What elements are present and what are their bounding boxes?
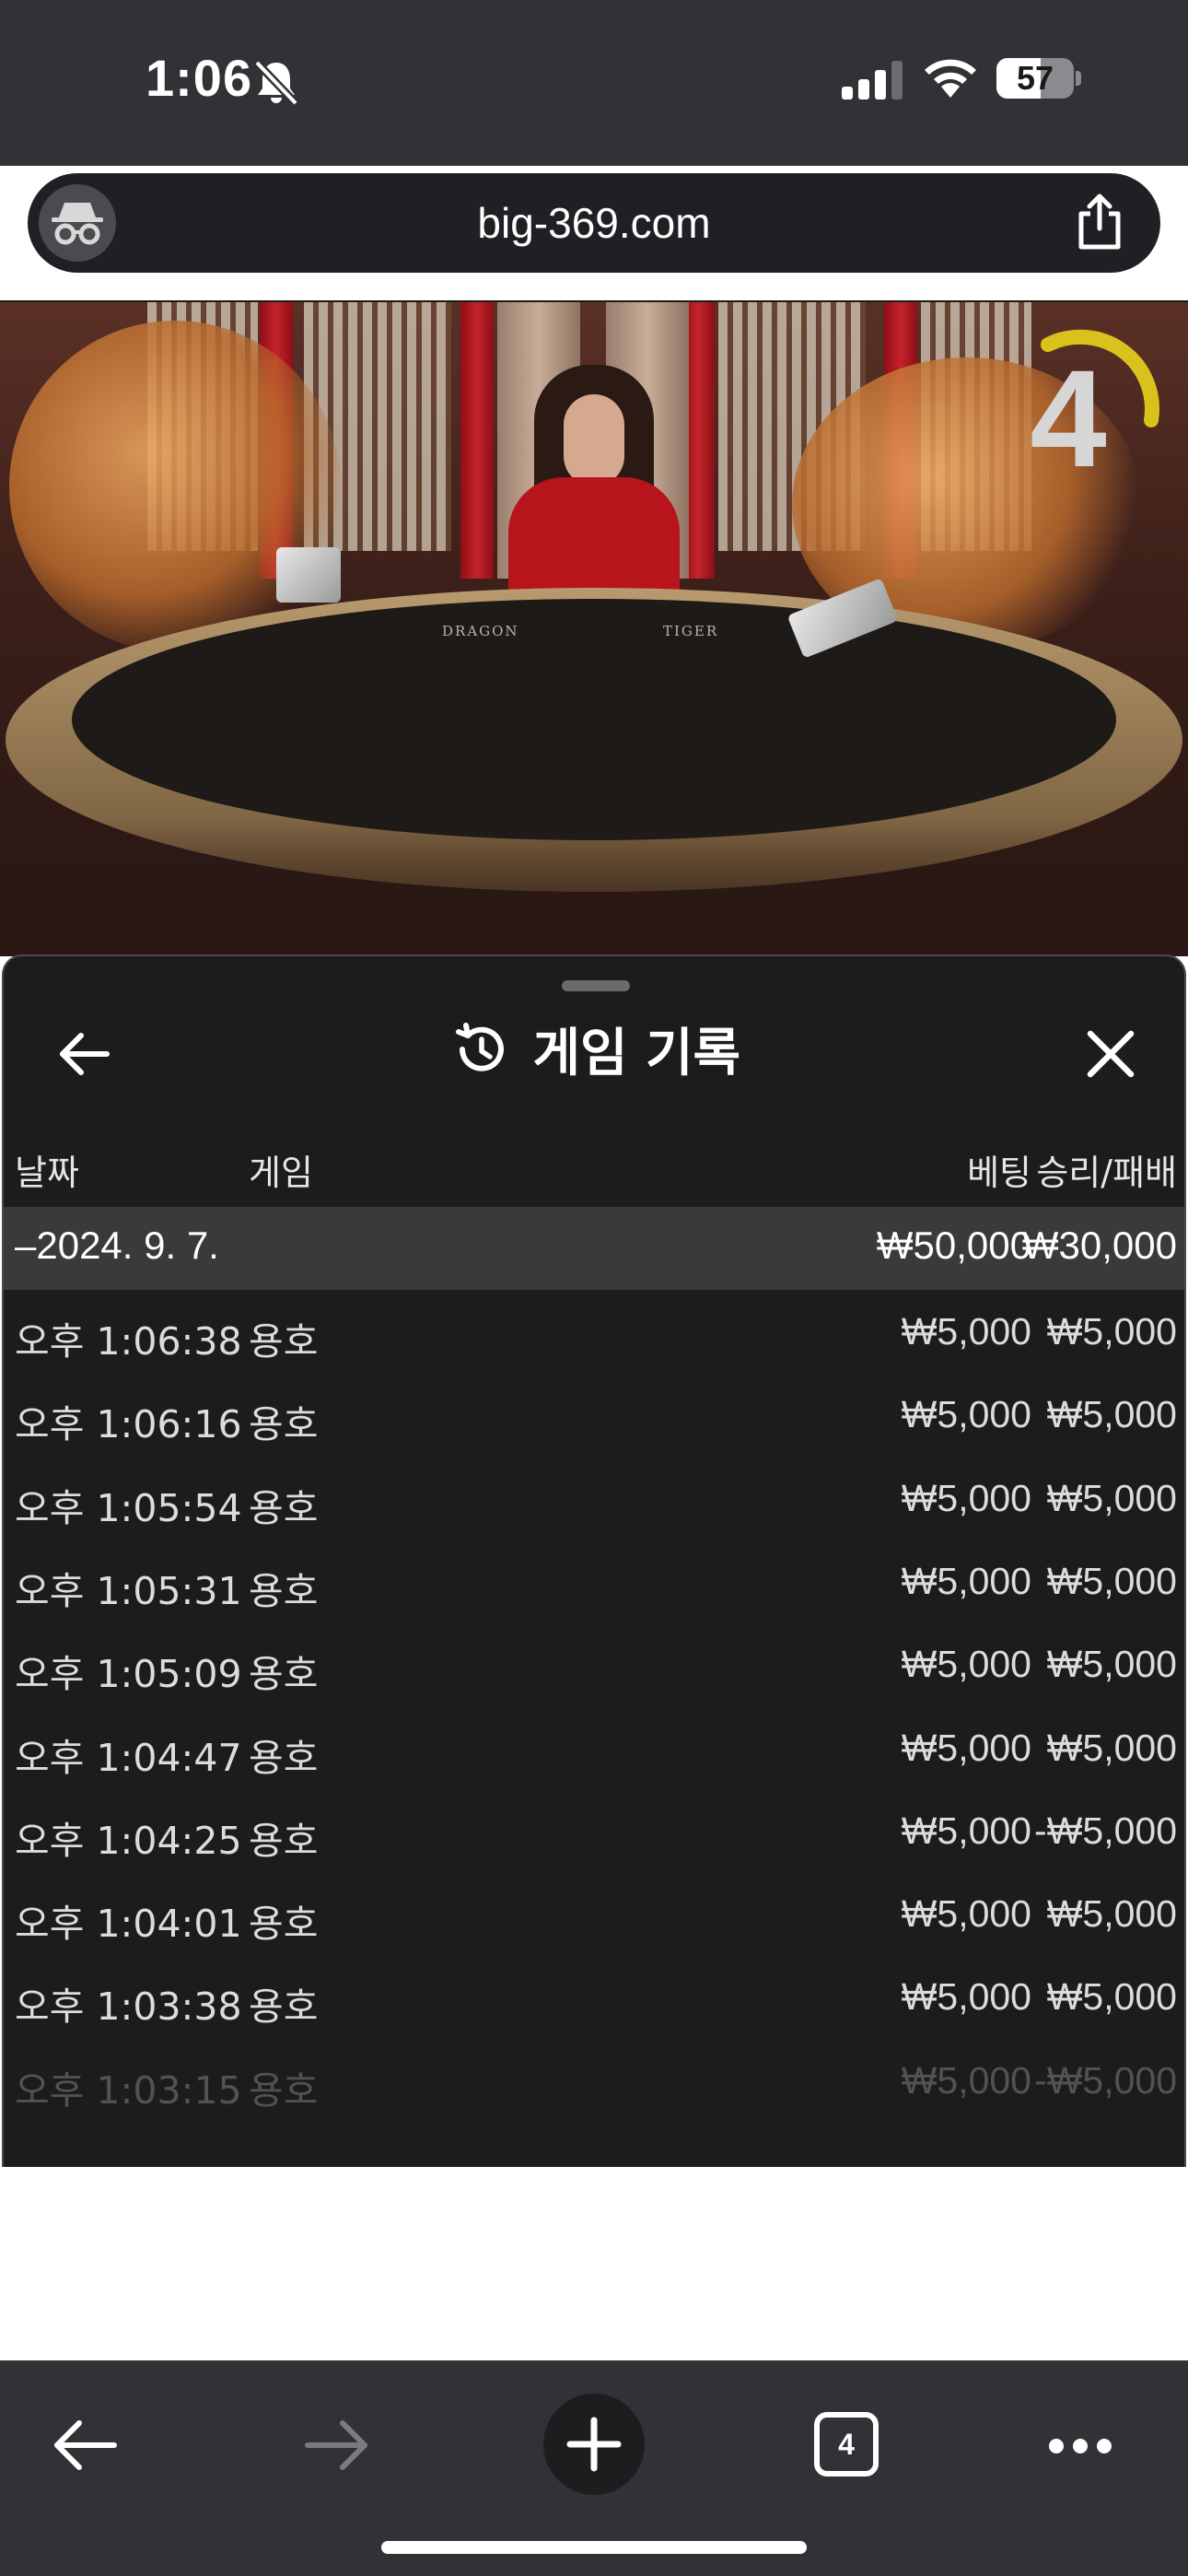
row-bet: ₩5,000	[901, 1310, 1031, 1352]
countdown-number: 4	[1030, 341, 1107, 496]
row-game: 용호	[249, 1818, 319, 1863]
row-bet: ₩5,000	[901, 1726, 1031, 1769]
table-header: 날짜 게임 베팅 승리/패배	[4, 1131, 1184, 1198]
cellular-signal-icon	[842, 61, 904, 104]
date-group-date: –2024. 9. 7.	[15, 1224, 219, 1267]
row-game: 용호	[249, 1652, 319, 1697]
date-group-result-total: ₩30,000	[1021, 1224, 1177, 1267]
row-result: -₩5,000	[1034, 2058, 1177, 2102]
row-game: 용호	[249, 1319, 319, 1364]
row-time: 오후 1:06:38	[15, 1319, 242, 1364]
row-time: 오후 1:06:16	[15, 1402, 242, 1447]
table-label-tiger: TIGER	[663, 623, 719, 639]
card-shoe	[276, 547, 341, 603]
tab-count: 4	[838, 2428, 855, 2461]
history-clock-icon	[455, 1022, 504, 1071]
row-time: 오후 1:03:38	[15, 1985, 242, 2030]
row-time: 오후 1:04:25	[15, 1818, 242, 1863]
sheet-grabber[interactable]	[562, 980, 630, 991]
column-header-game: 게임	[249, 1153, 313, 1193]
row-game: 용호	[249, 2067, 319, 2113]
history-row[interactable]: 오후 1:04:25 용호 ₩5,000 -₩5,000	[4, 1789, 1184, 1872]
page-background	[0, 2167, 1188, 2360]
history-row[interactable]: 오후 1:05:09 용호 ₩5,000 ₩5,000	[4, 1622, 1184, 1705]
battery-percent: 57	[1016, 59, 1054, 97]
row-bet: ₩5,000	[901, 1559, 1031, 1602]
row-time: 오후 1:05:31	[15, 1568, 242, 1613]
sheet-header: 게임 기록	[4, 1012, 1184, 1095]
history-row[interactable]: 오후 1:05:31 용호 ₩5,000 ₩5,000	[4, 1540, 1184, 1622]
row-time: 오후 1:05:09	[15, 1652, 242, 1697]
row-result: ₩5,000	[1046, 1726, 1177, 1769]
address-bar[interactable]: big-369.com	[28, 173, 1160, 273]
tabs-icon[interactable]: 4	[814, 2412, 879, 2476]
table-label-dragon: DRAGON	[442, 623, 519, 639]
row-result: ₩5,000	[1046, 1310, 1177, 1352]
history-row[interactable]: 오후 1:03:15 용호 ₩5,000 -₩5,000	[4, 2039, 1184, 2122]
back-arrow-icon[interactable]	[50, 2416, 120, 2479]
home-indicator[interactable]	[381, 2541, 807, 2554]
row-game: 용호	[249, 1985, 319, 2030]
red-pillar	[460, 302, 494, 579]
column-header-date: 날짜	[15, 1153, 79, 1193]
sheet-title: 게임 기록	[532, 1024, 741, 1083]
video-shade	[0, 818, 1188, 956]
dealer-face	[564, 394, 624, 486]
row-result: ₩5,000	[1046, 1559, 1177, 1602]
live-dealer-video[interactable]: DRAGON TIGER 4	[0, 302, 1188, 956]
game-history-sheet: 게임 기록 날짜 게임 베팅 승리/패배 –2024. 9. 7. ₩50,00…	[2, 954, 1186, 2167]
row-bet: ₩5,000	[901, 1892, 1031, 1936]
history-row[interactable]: 오후 1:03:38 용호 ₩5,000 ₩5,000	[4, 1955, 1184, 2038]
history-row[interactable]: 오후 1:04:01 용호 ₩5,000 ₩5,000	[4, 1872, 1184, 1955]
battery-icon: 57	[996, 58, 1081, 99]
row-game: 용호	[249, 1568, 319, 1613]
history-row[interactable]: 오후 1:06:38 용호 ₩5,000 ₩5,000	[4, 1290, 1184, 1373]
history-row[interactable]: 오후 1:06:16 용호 ₩5,000 ₩5,000	[4, 1373, 1184, 1456]
history-row[interactable]: 오후 1:05:54 용호 ₩5,000 ₩5,000	[4, 1457, 1184, 1540]
status-time: 1:06	[146, 49, 253, 107]
forward-arrow-icon[interactable]	[302, 2416, 372, 2479]
column-header-result: 승리/패배	[1036, 1153, 1177, 1193]
row-time: 오후 1:03:15	[15, 2067, 242, 2113]
status-bar: 1:06 57	[0, 0, 1188, 166]
url-text[interactable]: big-369.com	[28, 173, 1160, 273]
row-result: ₩5,000	[1046, 1643, 1177, 1686]
row-result: ₩5,000	[1046, 1892, 1177, 1936]
plus-icon	[566, 2417, 622, 2472]
share-icon[interactable]	[1074, 193, 1125, 255]
column-header-bet: 베팅	[967, 1153, 1031, 1193]
wifi-icon	[921, 55, 980, 104]
row-result: ₩5,000	[1046, 1476, 1177, 1519]
row-time: 오후 1:04:47	[15, 1735, 242, 1780]
close-icon[interactable]	[1074, 1017, 1147, 1091]
history-list: 오후 1:06:38 용호 ₩5,000 ₩5,000 오후 1:06:16 용호 ₩5,0…	[4, 1290, 1184, 2137]
row-time: 오후 1:04:01	[15, 1902, 242, 1947]
row-game: 용호	[249, 1402, 319, 1447]
date-group-row[interactable]: –2024. 9. 7. ₩50,000 ₩30,000	[4, 1207, 1184, 1290]
row-result: -₩5,000	[1034, 1809, 1177, 1852]
row-time: 오후 1:05:54	[15, 1485, 242, 1530]
row-bet: ₩5,000	[901, 1476, 1031, 1519]
dragon-statue	[9, 321, 341, 652]
row-game: 용호	[249, 1902, 319, 1947]
row-bet: ₩5,000	[901, 1643, 1031, 1686]
row-bet: ₩5,000	[901, 1393, 1031, 1436]
row-game: 용호	[249, 1735, 319, 1780]
date-group-bet-total: ₩50,000	[876, 1224, 1031, 1267]
bell-slash-icon	[253, 59, 299, 111]
row-bet: ₩5,000	[901, 2058, 1031, 2102]
more-icon[interactable]	[1048, 2438, 1112, 2459]
table-felt	[72, 599, 1116, 840]
row-bet: ₩5,000	[901, 1809, 1031, 1852]
new-tab-button[interactable]	[543, 2394, 645, 2495]
history-row[interactable]: 오후 1:04:47 용호 ₩5,000 ₩5,000	[4, 1706, 1184, 1789]
row-result: ₩5,000	[1046, 1975, 1177, 2019]
row-bet: ₩5,000	[901, 1975, 1031, 2019]
row-game: 용호	[249, 1485, 319, 1530]
row-result: ₩5,000	[1046, 1393, 1177, 1436]
